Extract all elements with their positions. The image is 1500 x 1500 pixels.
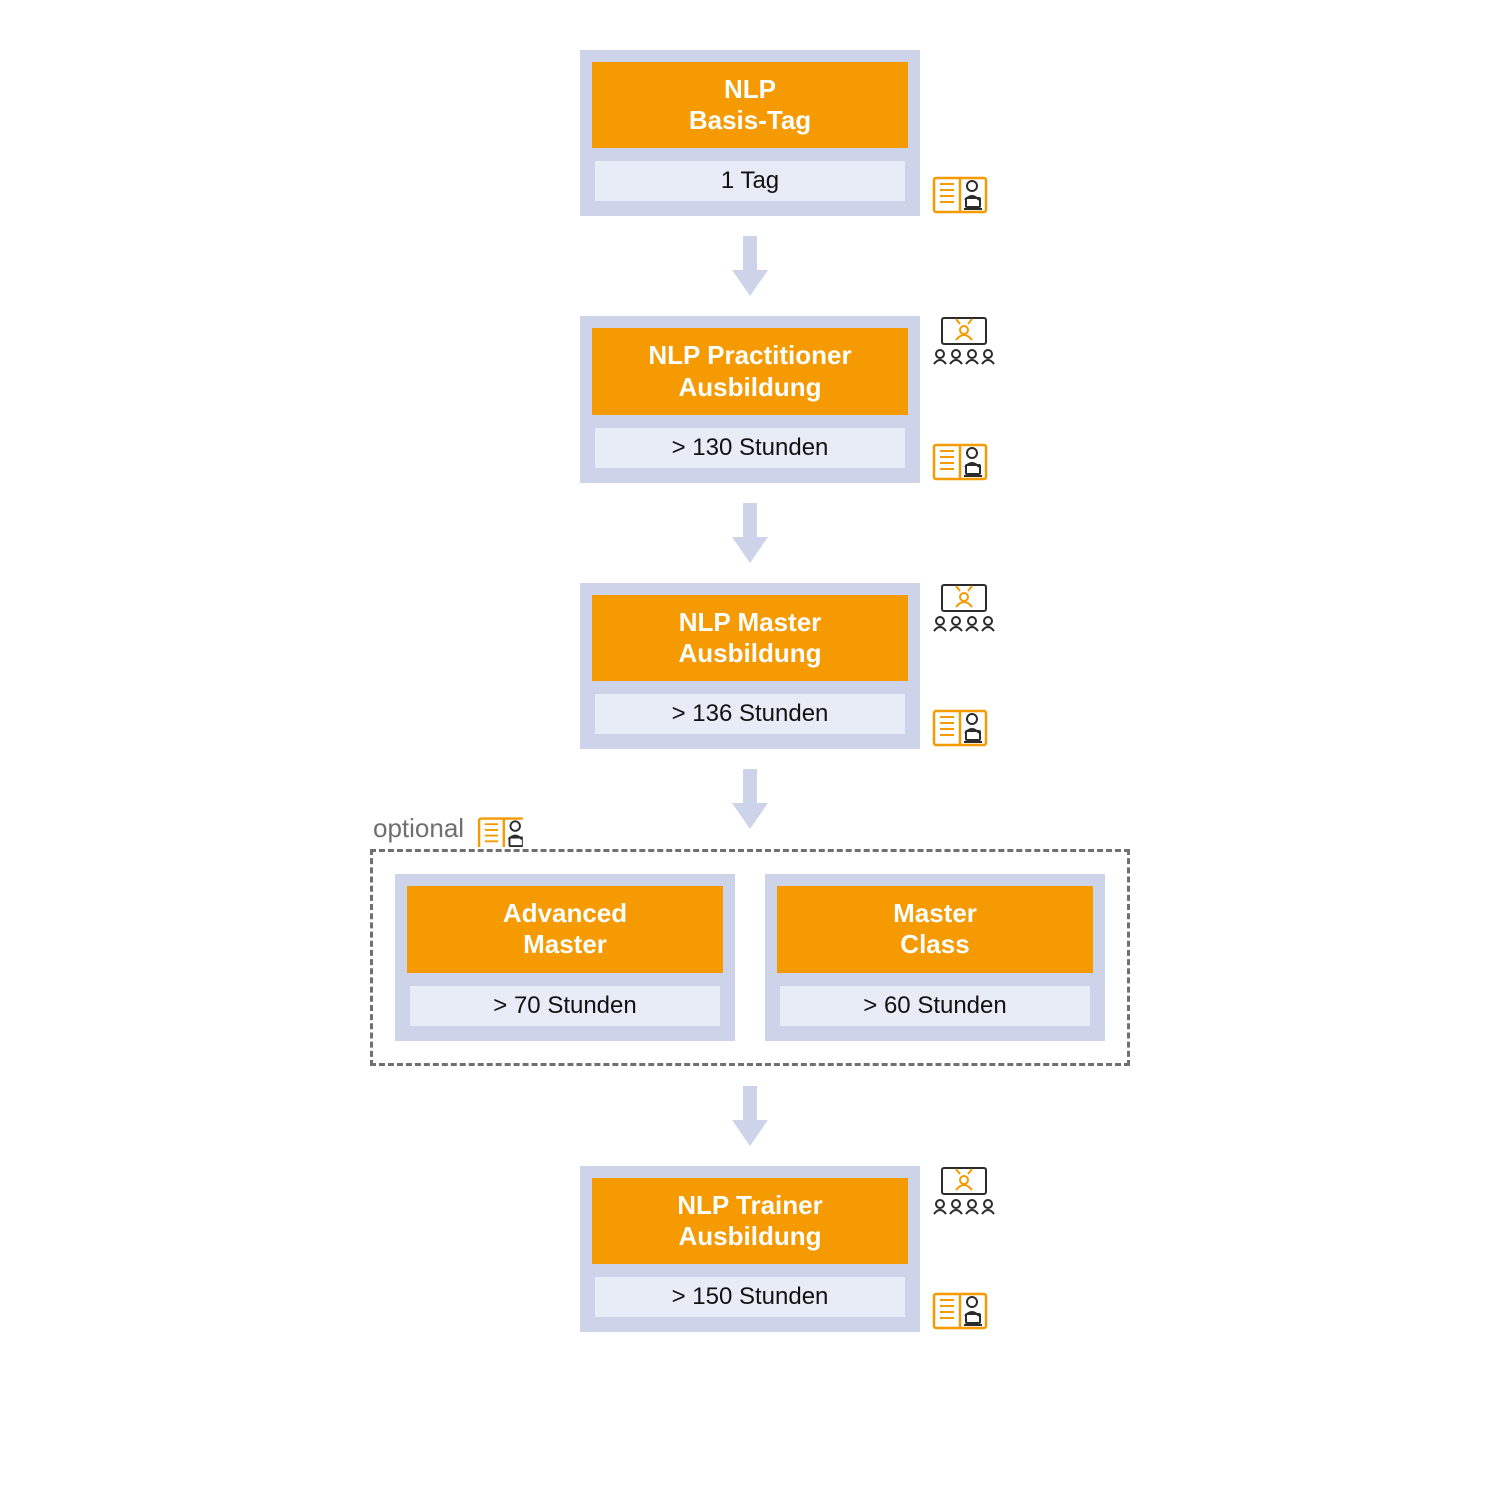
online-learning-icon [932, 168, 990, 216]
step-title: NLP Basis-Tag [592, 62, 908, 148]
step-title: Master Class [777, 886, 1093, 972]
step-title: Advanced Master [407, 886, 723, 972]
step-title: NLP Practitioner Ausbildung [592, 328, 908, 414]
online-learning-icon [932, 1284, 990, 1332]
optional-group: optional Advanced Master > 70 Stunden Ma… [370, 849, 1130, 1065]
optional-label-text: optional [373, 813, 464, 844]
step-duration: > 130 Stunden [592, 425, 908, 471]
step-icons [932, 316, 998, 482]
step-advanced-master: Advanced Master > 70 Stunden [395, 874, 735, 1040]
arrow-down-icon [735, 236, 765, 296]
step-duration: > 60 Stunden [777, 983, 1093, 1029]
online-learning-icon [932, 701, 990, 749]
step-duration: > 70 Stunden [407, 983, 723, 1029]
step-icons [932, 583, 998, 749]
step-trainer: NLP Trainer Ausbildung > 150 Stunden [580, 1166, 920, 1332]
step-duration: > 150 Stunden [592, 1274, 908, 1320]
step-master-class: Master Class > 60 Stunden [765, 874, 1105, 1040]
arrow-down-icon [735, 503, 765, 563]
step-icons [932, 50, 990, 216]
step-duration: 1 Tag [592, 158, 908, 204]
step-icons [932, 1166, 998, 1332]
step-basis-tag: NLP Basis-Tag 1 Tag [580, 50, 920, 216]
training-path-diagram: NLP Basis-Tag 1 Tag NLP Practitioner Aus… [0, 0, 1500, 1332]
step-title: NLP Trainer Ausbildung [592, 1178, 908, 1264]
step-duration: > 136 Stunden [592, 691, 908, 737]
arrow-down-icon [735, 769, 765, 829]
step-master: NLP Master Ausbildung > 136 Stunden [580, 583, 920, 749]
step-title: NLP Master Ausbildung [592, 595, 908, 681]
arrow-down-icon [735, 1086, 765, 1146]
classroom-icon [932, 583, 998, 635]
classroom-icon [932, 316, 998, 368]
online-learning-icon [477, 809, 523, 847]
classroom-icon [932, 1166, 998, 1218]
optional-label: optional [373, 808, 524, 848]
step-practitioner: NLP Practitioner Ausbildung > 130 Stunde… [580, 316, 920, 482]
online-learning-icon [932, 435, 990, 483]
